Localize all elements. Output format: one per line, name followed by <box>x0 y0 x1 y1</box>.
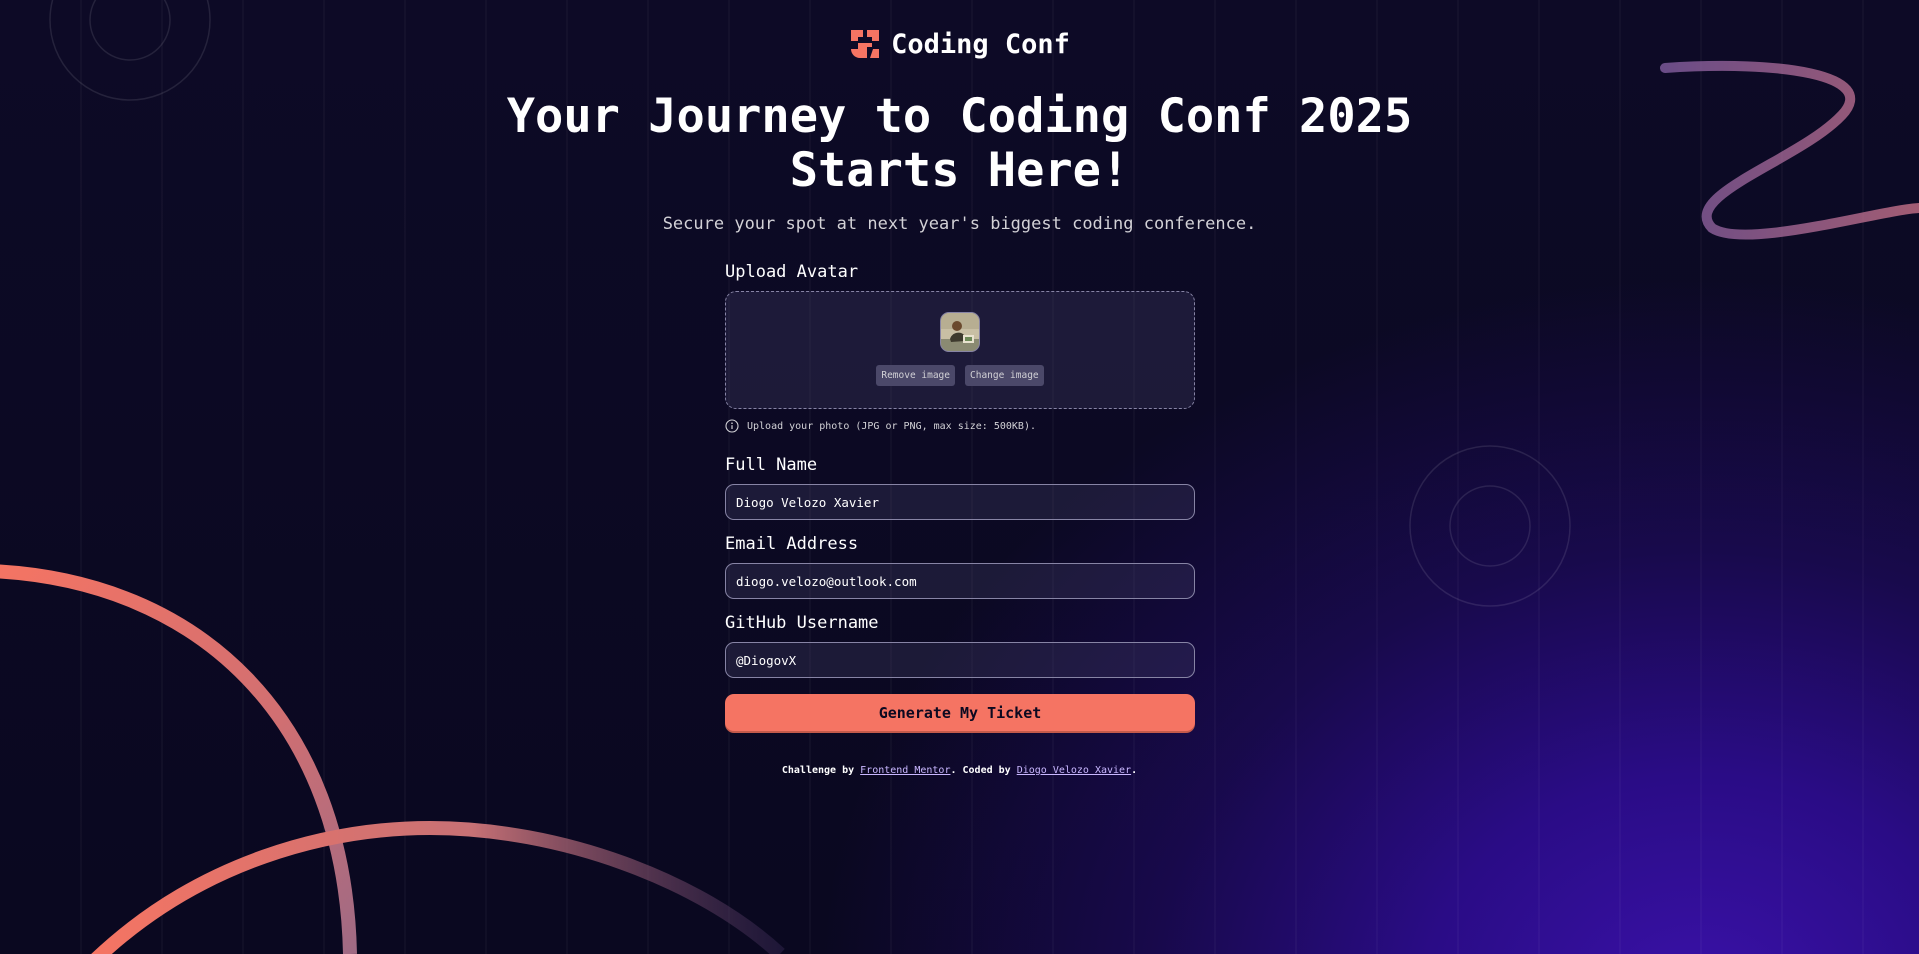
frontend-mentor-link[interactable]: Frontend Mentor <box>860 765 950 776</box>
page-title-line-1: Your Journey to Coding Conf 2025 <box>506 89 1413 144</box>
github-label: GitHub Username <box>725 613 879 633</box>
page-title-line-2: Starts Here! <box>789 143 1130 198</box>
avatar-label: Upload Avatar <box>725 262 859 282</box>
coding-conf-logo-icon <box>851 30 880 58</box>
email-group: Email Address <box>725 534 1195 599</box>
footer-suffix: . <box>1131 765 1138 776</box>
avatar-dropzone[interactable]: Remove image Change image <box>725 291 1195 409</box>
page-subtitle: Secure your spot at next year's biggest … <box>662 214 1257 234</box>
remove-image-button[interactable]: Remove image <box>876 365 955 386</box>
avatar-hint: Upload your photo (JPG or PNG, max size:… <box>725 419 1195 433</box>
main-content: Coding Conf Your Journey to Coding Conf … <box>0 0 1919 954</box>
attribution-footer: Challenge by Frontend Mentor. Coded by D… <box>0 765 1919 776</box>
brand-logo[interactable]: Coding Conf <box>0 28 1919 60</box>
page-title: Your Journey to Coding Conf 2025 Starts … <box>0 90 1919 198</box>
info-icon <box>725 419 739 433</box>
page: Coding Conf Your Journey to Coding Conf … <box>0 0 1919 954</box>
email-label: Email Address <box>725 534 859 554</box>
github-group: GitHub Username <box>725 613 1195 678</box>
generate-ticket-button[interactable]: Generate My Ticket <box>725 694 1195 731</box>
avatar-hint-text: Upload your photo (JPG or PNG, max size:… <box>747 420 1036 432</box>
avatar-image <box>941 313 979 351</box>
avatar-preview <box>940 312 980 352</box>
brand-name: Coding Conf <box>891 28 1070 60</box>
full-name-label: Full Name <box>725 455 818 475</box>
full-name-group: Full Name <box>725 455 1195 520</box>
github-username-input[interactable] <box>725 642 1195 678</box>
footer-middle: . Coded by <box>950 765 1017 776</box>
full-name-input[interactable] <box>725 484 1195 520</box>
change-image-button[interactable]: Change image <box>965 365 1044 386</box>
avatar-actions: Remove image Change image <box>876 365 1044 386</box>
email-input[interactable] <box>725 563 1195 599</box>
ticket-form: Upload Avatar Remove image Change image … <box>725 262 1195 731</box>
author-link[interactable]: Diogo Velozo Xavier <box>1017 765 1131 776</box>
footer-prefix: Challenge by <box>781 765 861 776</box>
